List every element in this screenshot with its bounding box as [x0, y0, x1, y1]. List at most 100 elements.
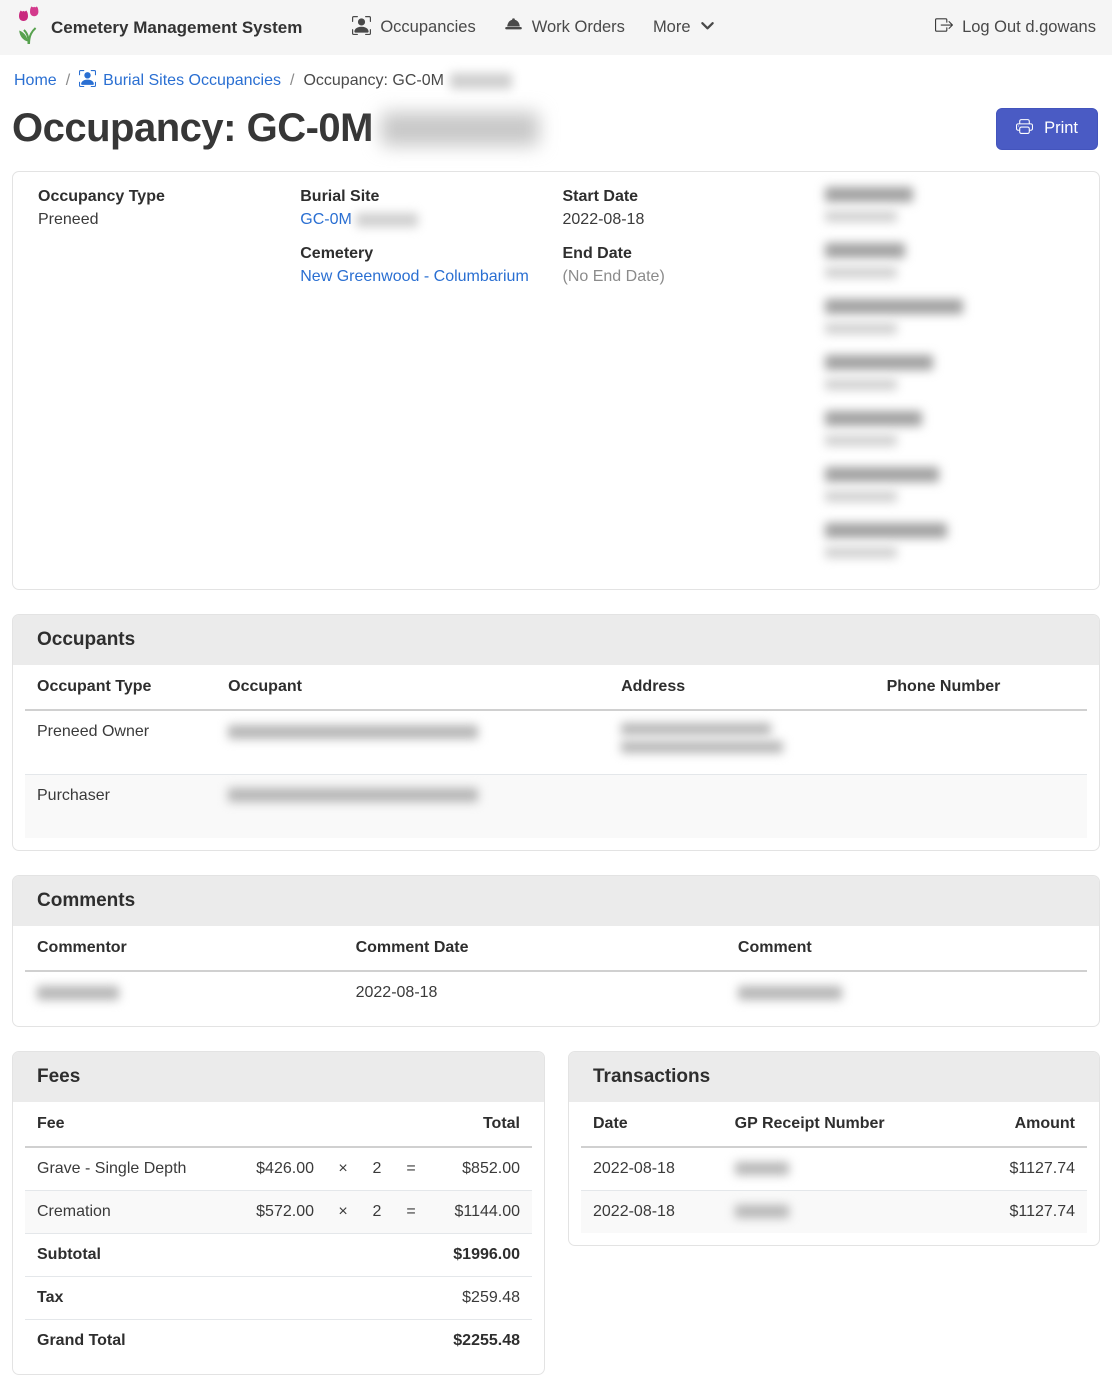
table-header-row: Fee Total	[25, 1102, 532, 1147]
field-end-date: End Date (No End Date)	[563, 244, 825, 286]
redacted-field	[825, 243, 1087, 278]
column-header: Occupant Type	[25, 665, 216, 710]
breadcrumb-separator: /	[66, 72, 70, 90]
field-burial-site: Burial Site GC-0M	[300, 187, 562, 229]
grand-total-row: Grand Total $2255.48	[25, 1320, 532, 1363]
occupants-table: Occupant Type Occupant Address Phone Num…	[25, 665, 1087, 838]
fees-table: Fee Total Grave - Single Depth $426.00 ×…	[25, 1102, 532, 1362]
table-row: 2022-08-18	[25, 971, 1087, 1014]
breadcrumb-separator: /	[290, 72, 294, 90]
redacted-text	[356, 213, 418, 227]
top-navbar: Cemetery Management System Occupancies W…	[0, 0, 1112, 55]
nav-item-more[interactable]: More	[653, 18, 715, 38]
redacted-field	[825, 355, 1087, 390]
nav-occupancies-label: Occupancies	[380, 18, 475, 37]
field-occupancy-type: Occupancy Type Preneed	[38, 187, 300, 229]
field-label: Occupancy Type	[38, 187, 300, 206]
amount-cell: $1127.74	[945, 1191, 1087, 1234]
brand: Cemetery Management System	[16, 5, 302, 50]
transactions-card: Transactions Date GP Receipt Number Amou…	[568, 1051, 1100, 1246]
transaction-date-cell: 2022-08-18	[581, 1147, 723, 1191]
table-row: Preneed Owner	[25, 710, 1087, 774]
comments-card: Comments Commentor Comment Date Comment …	[12, 875, 1100, 1027]
column-header: Occupant	[216, 665, 609, 710]
fee-total-cell: $852.00	[428, 1147, 532, 1191]
column-header: Amount	[945, 1102, 1087, 1147]
tax-row: Tax $259.48	[25, 1277, 532, 1320]
field-label: Cemetery	[300, 244, 562, 263]
print-button[interactable]: Print	[996, 108, 1098, 150]
cemetery-link[interactable]: New Greenwood - Columbarium	[300, 268, 529, 285]
fee-price-cell: $572.00	[234, 1191, 326, 1234]
page-header: Occupancy: GC-0M Print	[0, 92, 1112, 171]
field-value: Preneed	[38, 211, 300, 229]
occupant-cell	[216, 710, 609, 774]
transactions-table: Date GP Receipt Number Amount 2022-08-18…	[581, 1102, 1087, 1233]
occupant-type-cell: Preneed Owner	[25, 710, 216, 774]
occupant-type-cell: Purchaser	[25, 774, 216, 838]
table-header-row: Commentor Comment Date Comment	[25, 926, 1087, 971]
commentor-cell	[25, 971, 344, 1014]
nav-item-occupancies[interactable]: Occupancies	[352, 16, 475, 40]
table-header-row: Date GP Receipt Number Amount	[581, 1102, 1087, 1147]
redacted-text	[381, 112, 539, 146]
nav-item-work-orders[interactable]: Work Orders	[504, 16, 625, 40]
breadcrumb: Home / Burial Sites Occupancies / Occupa…	[0, 55, 1112, 92]
column-header: Commentor	[25, 926, 344, 971]
grand-total-label: Grand Total	[25, 1320, 234, 1363]
comments-table: Commentor Comment Date Comment 2022-08-1…	[25, 926, 1087, 1014]
column-header: Comment Date	[344, 926, 726, 971]
column-header: Comment	[726, 926, 1087, 971]
comment-cell	[726, 971, 1087, 1014]
field-value: 2022-08-18	[563, 211, 825, 229]
transaction-date-cell: 2022-08-18	[581, 1191, 723, 1234]
address-cell	[609, 774, 875, 838]
redacted-field	[825, 467, 1087, 502]
fee-times-cell: ×	[326, 1191, 360, 1234]
details-col-1: Occupancy Type Preneed	[38, 187, 300, 579]
breadcrumb-occupancies-label: Burial Sites Occupancies	[103, 72, 281, 90]
fee-equals-cell: =	[394, 1191, 428, 1234]
table-row: Purchaser	[25, 774, 1087, 838]
nav-work-orders-label: Work Orders	[532, 18, 625, 37]
address-cell	[609, 710, 875, 774]
occupants-card: Occupants Occupant Type Occupant Address…	[12, 614, 1100, 851]
brand-title: Cemetery Management System	[51, 18, 302, 38]
table-row: Grave - Single Depth $426.00 × 2 = $852.…	[25, 1147, 532, 1191]
logout-button[interactable]: Log Out d.gowans	[935, 16, 1096, 39]
column-header: Date	[581, 1102, 723, 1147]
subtotal-value: $1996.00	[428, 1234, 532, 1277]
chevron-down-icon	[700, 18, 715, 38]
redacted-text	[450, 73, 512, 89]
box-arrow-right-icon	[935, 16, 953, 39]
fee-equals-cell: =	[394, 1147, 428, 1191]
gp-receipt-cell	[723, 1147, 946, 1191]
column-header: GP Receipt Number	[723, 1102, 946, 1147]
burial-site-link[interactable]: GC-0M	[300, 211, 352, 228]
print-label: Print	[1044, 119, 1078, 138]
details-card: Occupancy Type Preneed Burial Site GC-0M…	[12, 171, 1100, 590]
details-col-4-redacted	[825, 187, 1087, 579]
redacted-field	[825, 299, 1087, 334]
fee-total-cell: $1144.00	[428, 1191, 532, 1234]
fee-qty-cell: 2	[360, 1147, 394, 1191]
breadcrumb-occupancies-link[interactable]: Burial Sites Occupancies	[79, 70, 281, 92]
subtotal-label: Subtotal	[25, 1234, 234, 1277]
redacted-field	[825, 187, 1087, 222]
fees-card: Fees Fee Total Grave - Single Depth $426…	[12, 1051, 545, 1375]
comment-date-cell: 2022-08-18	[344, 971, 726, 1014]
tax-label: Tax	[25, 1277, 234, 1320]
comments-section-title: Comments	[13, 876, 1099, 926]
phone-cell	[875, 774, 1087, 838]
subtotal-row: Subtotal $1996.00	[25, 1234, 532, 1277]
table-row: 2022-08-18 $1127.74	[581, 1147, 1087, 1191]
person-bounding-box-icon	[352, 16, 371, 40]
page-title: Occupancy: GC-0M	[12, 106, 539, 151]
redacted-field	[825, 411, 1087, 446]
bottom-row: Fees Fee Total Grave - Single Depth $426…	[12, 1051, 1100, 1375]
field-start-date: Start Date 2022-08-18	[563, 187, 825, 229]
fee-times-cell: ×	[326, 1147, 360, 1191]
breadcrumb-home-link[interactable]: Home	[14, 72, 57, 90]
breadcrumb-current: Occupancy: GC-0M	[303, 72, 511, 90]
column-header: Total	[428, 1102, 532, 1147]
